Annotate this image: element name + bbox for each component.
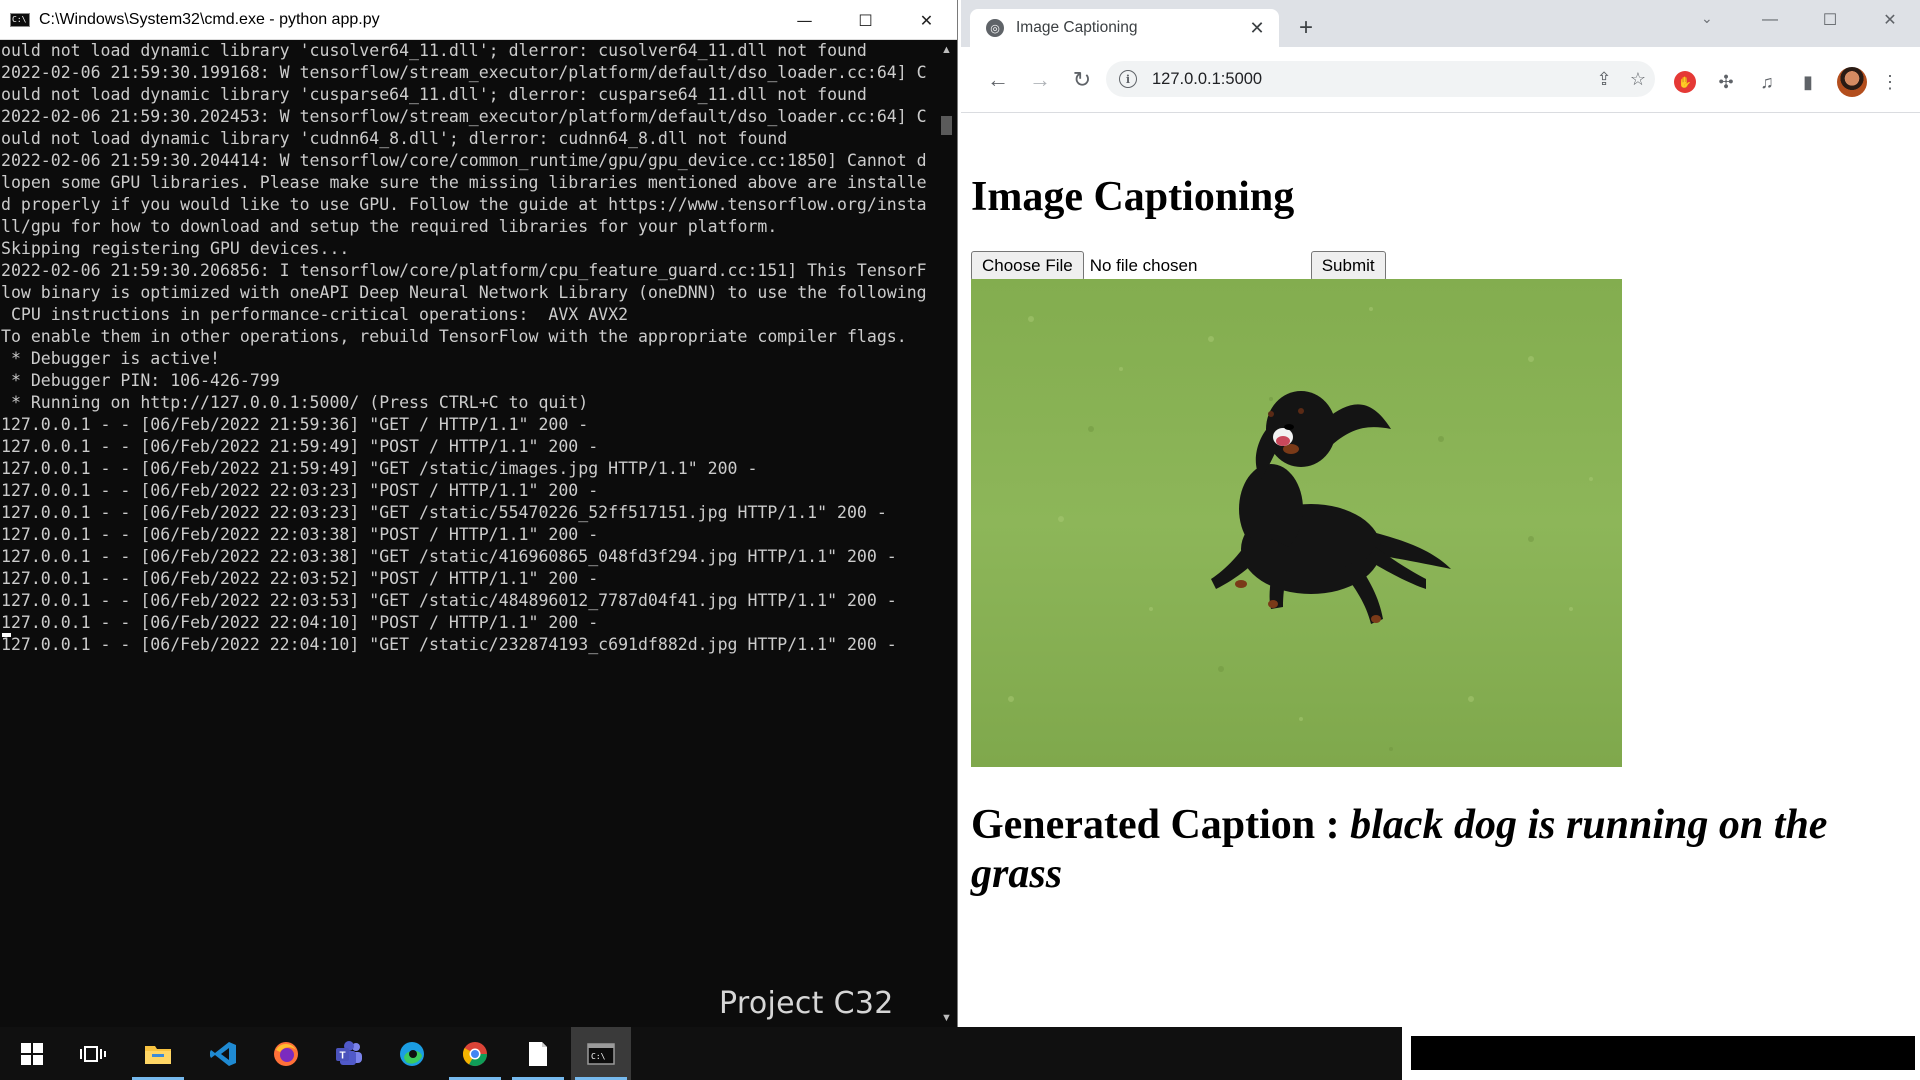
console-line: CPU instructions in performance-critical…: [1, 305, 629, 324]
vscode-icon[interactable]: [193, 1027, 253, 1080]
console-cursor: [2, 633, 11, 637]
console-line: * Debugger is active!: [1, 349, 220, 368]
console-line: * Running on http://127.0.0.1:5000/ (Pre…: [1, 393, 589, 412]
bookmark-star-icon[interactable]: ☆: [1621, 69, 1655, 90]
browser-toolbar: ← → ↻ i 127.0.0.1:5000 ⇪ ☆ ✋ ✣ ♫ ▮ ⋮: [961, 47, 1920, 113]
site-info-icon[interactable]: i: [1119, 70, 1137, 88]
console-line: 127.0.0.1 - - [06/Feb/2022 22:03:38] "GE…: [1, 547, 897, 566]
url-text[interactable]: 127.0.0.1:5000: [1152, 70, 1587, 89]
firefox-icon[interactable]: [256, 1027, 316, 1080]
svg-text:C:\: C:\: [591, 1052, 606, 1061]
console-line: 2022-02-06 21:59:30.204414: W tensorflow…: [1, 151, 927, 170]
console-line: d properly if you would like to use GPU.…: [1, 195, 927, 214]
console-line: 127.0.0.1 - - [06/Feb/2022 22:03:38] "PO…: [1, 525, 599, 544]
tab-close-icon[interactable]: ✕: [1247, 18, 1267, 39]
cmd-window-controls: — ☐ ✕: [774, 0, 957, 40]
task-view-icon[interactable]: [63, 1027, 123, 1080]
minimize-button[interactable]: —: [774, 0, 835, 40]
browser-window[interactable]: ◎ Image Captioning ✕ + ⌄ — ☐ ✕ ← → ↻ i 1…: [961, 0, 1920, 1027]
media-control-icon[interactable]: ♫: [1756, 71, 1778, 93]
console-line: Skipping registering GPU devices...: [1, 239, 350, 258]
terminal-icon[interactable]: C:\: [571, 1027, 631, 1080]
console-line: 127.0.0.1 - - [06/Feb/2022 22:03:23] "PO…: [1, 481, 599, 500]
console-line: 127.0.0.1 - - [06/Feb/2022 22:03:23] "GE…: [1, 503, 887, 522]
adblock-extension-icon[interactable]: ✋: [1674, 71, 1696, 93]
tab-title: Image Captioning: [1016, 19, 1138, 36]
cmd-app-icon: C:\: [10, 12, 30, 27]
edge-icon[interactable]: [382, 1027, 442, 1080]
console-line: 127.0.0.1 - - [06/Feb/2022 22:03:53] "GE…: [1, 591, 897, 610]
globe-icon: ◎: [986, 19, 1004, 37]
cmd-window-title: C:\Windows\System32\cmd.exe - python app…: [39, 10, 380, 28]
console-line: To enable them in other operations, rebu…: [1, 327, 907, 346]
reload-icon[interactable]: ↻: [1065, 63, 1099, 97]
scroll-down-icon[interactable]: ▼: [937, 1008, 956, 1027]
caption-prefix: Generated Caption :: [971, 802, 1351, 848]
console-scrollbar[interactable]: ▲ ▼: [937, 40, 956, 1027]
tab-image-captioning[interactable]: ◎ Image Captioning ✕: [970, 9, 1279, 47]
submit-button[interactable]: Submit: [1310, 251, 1386, 281]
forward-icon[interactable]: →: [1023, 63, 1057, 97]
console-line: ould not load dynamic library 'cudnn64_8…: [1, 129, 788, 148]
console-line: 127.0.0.1 - - [06/Feb/2022 22:04:10] "PO…: [1, 613, 599, 632]
browser-maximize-button[interactable]: ☐: [1800, 10, 1860, 30]
console-line: 2022-02-06 21:59:30.199168: W tensorflow…: [1, 63, 927, 82]
address-bar[interactable]: i 127.0.0.1:5000 ⇪ ☆: [1106, 61, 1655, 97]
browser-window-controls: — ☐ ✕: [1740, 0, 1920, 40]
browser-close-button[interactable]: ✕: [1860, 10, 1920, 30]
scroll-up-icon[interactable]: ▲: [937, 40, 956, 59]
console-line: lopen some GPU libraries. Please make su…: [1, 173, 927, 192]
console-line: 127.0.0.1 - - [06/Feb/2022 22:03:52] "PO…: [1, 569, 599, 588]
side-panel-icon[interactable]: ▮: [1797, 71, 1819, 93]
teams-icon[interactable]: T: [319, 1027, 379, 1080]
menu-kebab-icon[interactable]: ⋮: [1879, 71, 1901, 93]
extensions-puzzle-icon[interactable]: ✣: [1715, 71, 1737, 93]
back-icon[interactable]: ←: [981, 63, 1015, 97]
browser-minimize-button[interactable]: —: [1740, 11, 1800, 29]
share-icon[interactable]: ⇪: [1587, 69, 1621, 90]
console-line: ll/gpu for how to download and setup the…: [1, 217, 778, 236]
maximize-button[interactable]: ☐: [835, 0, 896, 40]
console-line: low binary is optimized with oneAPI Deep…: [1, 283, 927, 302]
generated-caption: Generated Caption : black dog is running…: [971, 801, 1901, 899]
page-title: Image Captioning: [971, 174, 1295, 220]
svg-text:T: T: [339, 1050, 345, 1061]
close-button[interactable]: ✕: [896, 0, 957, 40]
tab-strip: ◎ Image Captioning ✕ + ⌄ — ☐ ✕: [961, 0, 1920, 47]
cmd-titlebar[interactable]: C:\ C:\Windows\System32\cmd.exe - python…: [0, 0, 957, 40]
console-line: 127.0.0.1 - - [06/Feb/2022 22:04:10] "GE…: [1, 635, 897, 654]
console-line: 2022-02-06 21:59:30.206856: I tensorflow…: [1, 261, 927, 280]
project-watermark: Project C32: [719, 986, 894, 1021]
taskbar-redacted-area: [1402, 1027, 1920, 1080]
page-content: Image Captioning Choose File No file cho…: [961, 113, 1920, 1027]
new-tab-button[interactable]: +: [1299, 16, 1313, 40]
console-line: 2022-02-06 21:59:30.202453: W tensorflow…: [1, 107, 927, 126]
file-explorer-icon[interactable]: [128, 1027, 188, 1080]
console-line: ould not load dynamic library 'cusolver6…: [1, 41, 867, 60]
taskbar: T C:\: [0, 1027, 1920, 1080]
profile-avatar[interactable]: [1837, 67, 1867, 97]
cmd-window[interactable]: C:\ C:\Windows\System32\cmd.exe - python…: [0, 0, 958, 1027]
redacted-block: [1411, 1036, 1915, 1070]
notepad-icon[interactable]: [508, 1027, 568, 1080]
upload-form: Choose File No file chosen Submit: [971, 251, 1386, 281]
chrome-icon[interactable]: [445, 1027, 505, 1080]
tab-search-icon[interactable]: ⌄: [1701, 10, 1713, 27]
file-status-text: No file chosen: [1089, 256, 1198, 275]
uploaded-dog-photo: [971, 279, 1622, 767]
console-line: ould not load dynamic library 'cusparse6…: [1, 85, 867, 104]
scrollbar-thumb[interactable]: [941, 116, 952, 135]
console-line: * Debugger PIN: 106-426-799: [1, 371, 280, 390]
console-line: 127.0.0.1 - - [06/Feb/2022 21:59:36] "GE…: [1, 415, 589, 434]
console-line: 127.0.0.1 - - [06/Feb/2022 21:59:49] "GE…: [1, 459, 758, 478]
choose-file-button[interactable]: Choose File: [971, 251, 1084, 281]
console-line: 127.0.0.1 - - [06/Feb/2022 21:59:49] "PO…: [1, 437, 599, 456]
console-output[interactable]: ould not load dynamic library 'cusolver6…: [0, 40, 938, 1027]
start-icon[interactable]: [2, 1027, 62, 1080]
